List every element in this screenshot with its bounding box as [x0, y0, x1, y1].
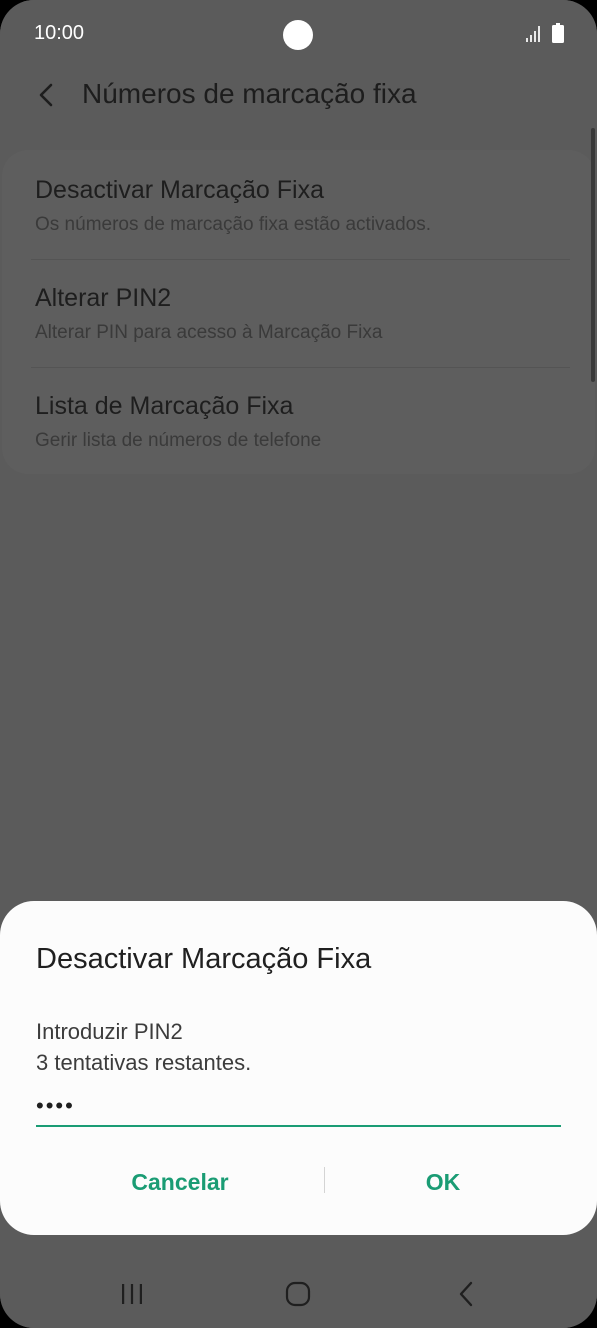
- setting-change-pin2[interactable]: Alterar PIN2 Alterar PIN para acesso à M…: [35, 260, 570, 368]
- button-divider: [324, 1167, 325, 1193]
- chevron-left-icon[interactable]: [34, 80, 58, 110]
- nav-home-button[interactable]: [268, 1276, 328, 1312]
- status-bar: 10:00: [0, 0, 597, 70]
- ok-button[interactable]: OK: [330, 1153, 556, 1211]
- setting-title: Alterar PIN2: [35, 284, 172, 312]
- home-icon: [285, 1281, 311, 1307]
- nav-recents-button[interactable]: [102, 1276, 162, 1312]
- cancel-button[interactable]: Cancelar: [60, 1153, 300, 1211]
- front-camera: [283, 20, 313, 50]
- dialog-attempts: 3 tentativas restantes.: [36, 1050, 252, 1075]
- setting-subtitle: Os números de marcação fixa estão activa…: [35, 214, 432, 235]
- pin2-dialog: Desactivar Marcação Fixa Introduzir PIN2…: [0, 901, 597, 1235]
- battery-icon: [552, 23, 564, 43]
- pin2-input[interactable]: [36, 1081, 561, 1127]
- signal-icon: [526, 26, 540, 42]
- navigation-bar: [0, 1262, 597, 1328]
- back-icon: [459, 1281, 473, 1307]
- app-bar: Números de marcação fixa: [0, 70, 597, 122]
- setting-disable-fdn[interactable]: Desactivar Marcação Fixa Os números de m…: [35, 150, 570, 258]
- dialog-prompt: Introduzir PIN2: [36, 1019, 183, 1044]
- status-time: 10:00: [34, 22, 85, 44]
- nav-back-button[interactable]: [436, 1276, 496, 1312]
- recents-icon: [122, 1284, 142, 1304]
- setting-title: Desactivar Marcação Fixa: [35, 176, 324, 204]
- setting-subtitle: Alterar PIN para acesso à Marcação Fixa: [35, 322, 383, 343]
- scroll-indicator[interactable]: [591, 128, 595, 382]
- setting-title: Lista de Marcação Fixa: [35, 392, 294, 420]
- phone-screen: 10:00 Números de marcação fixa Desactiva…: [0, 0, 597, 1328]
- settings-card: Desactivar Marcação Fixa Os números de m…: [2, 150, 595, 474]
- setting-fdn-list[interactable]: Lista de Marcação Fixa Gerir lista de nú…: [35, 368, 570, 476]
- dialog-title: Desactivar Marcação Fixa: [36, 943, 372, 975]
- setting-subtitle: Gerir lista de números de telefone: [35, 430, 322, 451]
- page-title: Números de marcação fixa: [82, 78, 417, 109]
